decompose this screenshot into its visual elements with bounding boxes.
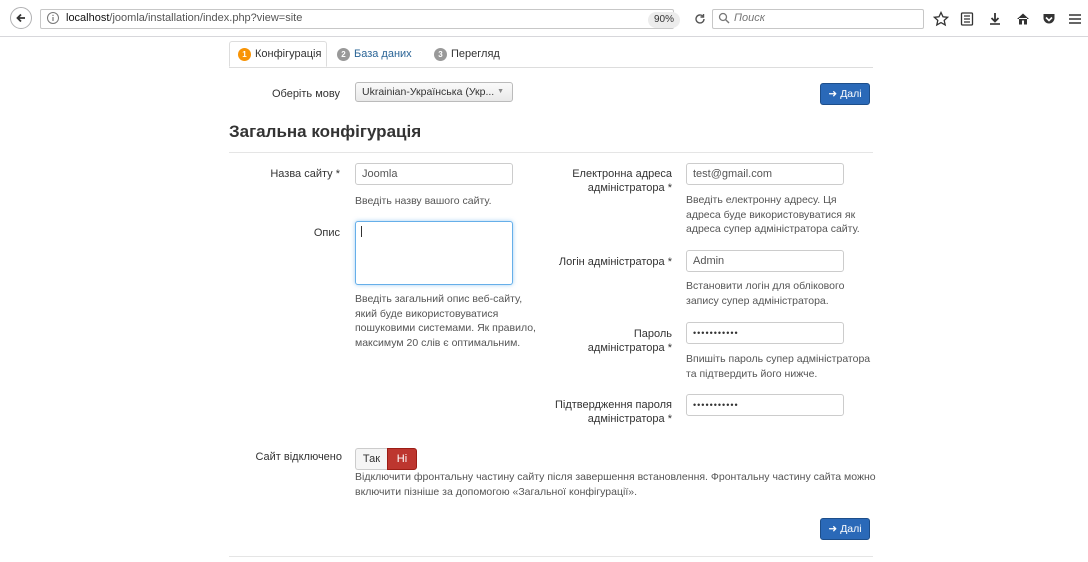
admin-password-confirm-label: Підтвердження пароля адміністратора * xyxy=(554,399,672,425)
info-icon[interactable] xyxy=(46,11,60,25)
site-name-label: Назва сайту * xyxy=(270,168,340,180)
step-number-badge: 2 xyxy=(337,47,350,61)
home-icon[interactable] xyxy=(1014,10,1032,28)
url-path: /joomla/installation/index.php?view=site xyxy=(109,12,303,24)
bookmark-star-icon[interactable] xyxy=(932,10,950,28)
section-divider xyxy=(229,152,873,153)
site-offline-toggle: Так Ні xyxy=(355,448,417,470)
site-name-input[interactable]: Joomla xyxy=(355,163,513,185)
admin-email-label: Електронна адреса адміністратора * xyxy=(572,168,672,194)
menu-icon[interactable] xyxy=(1066,10,1084,28)
next-button-top[interactable]: ➜ Далі xyxy=(820,83,870,105)
admin-password-help: Впишіть пароль супер адміністратора та п… xyxy=(686,353,871,380)
pocket-icon[interactable] xyxy=(1040,10,1058,28)
tab-database[interactable]: 2 База даних xyxy=(337,41,412,67)
language-label: Оберіть мову xyxy=(271,88,340,100)
bottom-divider xyxy=(229,556,873,557)
text-caret xyxy=(361,226,362,237)
tab-configuration[interactable]: 1 Конфігурація xyxy=(229,41,327,67)
admin-login-help: Встановити логін для облікового запису с… xyxy=(686,280,845,307)
download-icon[interactable] xyxy=(986,10,1004,28)
description-label: Опис xyxy=(313,227,340,239)
tab-review[interactable]: 3 Перегляд xyxy=(434,41,500,67)
tab-label: База даних xyxy=(354,48,412,60)
admin-password-input[interactable]: ••••••••••• xyxy=(686,322,844,344)
reading-list-icon[interactable] xyxy=(958,10,976,28)
toggle-yes-button[interactable]: Так xyxy=(355,448,387,470)
description-textarea[interactable] xyxy=(355,221,513,285)
admin-login-input[interactable]: Admin xyxy=(686,250,844,272)
site-offline-label: Сайт відключено xyxy=(255,451,342,463)
arrow-right-icon: ➜ xyxy=(828,88,838,100)
tab-label: Перегляд xyxy=(451,48,500,60)
back-arrow-icon xyxy=(16,13,25,23)
search-icon xyxy=(718,12,730,24)
arrow-right-icon: ➜ xyxy=(828,523,838,535)
admin-password-confirm-input[interactable]: ••••••••••• xyxy=(686,394,844,416)
search-input[interactable] xyxy=(734,12,914,24)
reload-icon xyxy=(695,14,705,24)
toggle-no-button[interactable]: Ні xyxy=(387,448,417,470)
language-selected-value: Ukrainian-Українська (Укр... xyxy=(362,86,495,98)
next-label: Далі xyxy=(840,523,862,535)
step-number-badge: 1 xyxy=(238,47,251,61)
admin-email-help: Введіть електронну адресу. Ця адреса буд… xyxy=(686,194,860,235)
step-number-badge: 3 xyxy=(434,47,447,61)
admin-email-input[interactable]: test@gmail.com xyxy=(686,163,844,185)
next-label: Далі xyxy=(840,88,862,100)
next-button-bottom[interactable]: ➜ Далі xyxy=(820,518,870,540)
site-offline-help: Відключити фронтальну частину сайту післ… xyxy=(355,471,876,498)
tabs-divider xyxy=(229,67,873,68)
admin-password-label: Пароль адміністратора * xyxy=(587,328,672,354)
tab-label: Конфігурація xyxy=(255,48,322,60)
reload-button[interactable] xyxy=(690,10,710,28)
site-name-help: Введіть назву вашого сайту. xyxy=(355,195,492,207)
url-host: localhost xyxy=(66,12,110,24)
back-button[interactable] xyxy=(10,7,32,29)
section-title: Загальна конфігурація xyxy=(229,122,422,141)
language-select[interactable]: Ukrainian-Українська (Укр... ▼ xyxy=(355,82,513,102)
admin-login-label: Логін адміністратора * xyxy=(558,256,672,268)
zoom-indicator[interactable]: 90% xyxy=(648,12,681,28)
url-text[interactable]: localhost/joomla/installation/index.php?… xyxy=(66,12,302,24)
description-help: Введіть загальний опис веб-сайту, який б… xyxy=(355,293,536,349)
chevron-down-icon: ▼ xyxy=(497,88,504,95)
